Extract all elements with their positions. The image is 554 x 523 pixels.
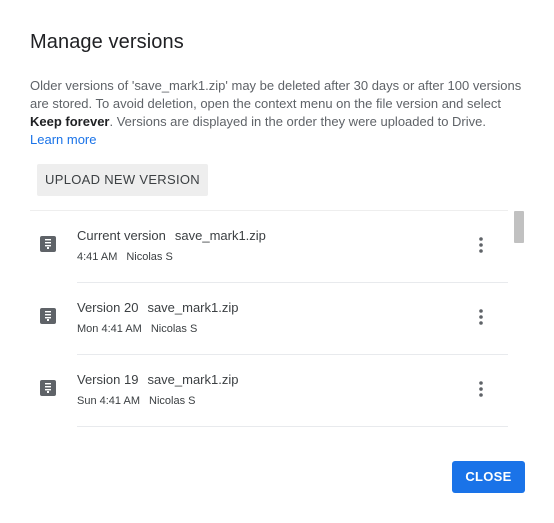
version-row: Version 19 save_mark1.zip Sun 4:41 AM Nico… — [30, 355, 508, 427]
close-button[interactable]: CLOSE — [452, 461, 525, 493]
more-options-button[interactable] — [470, 377, 492, 401]
more-vert-icon — [479, 237, 483, 253]
zip-file-icon — [40, 308, 56, 324]
version-user: Nicolas S — [126, 251, 173, 263]
version-file-name: save_mark1.zip — [147, 300, 239, 315]
version-user: Nicolas S — [150, 323, 198, 335]
more-options-button[interactable] — [470, 305, 492, 329]
keep-forever-text: Keep forever — [30, 114, 110, 129]
version-file-name: save_mark1.zip — [174, 228, 266, 243]
manage-versions-dialog: Manage versions Older versions of 'save_… — [0, 0, 554, 523]
version-row: Current version save_mark1.zip 4:41 AM Nic… — [30, 211, 508, 283]
more-vert-icon — [479, 309, 483, 325]
version-list-scrollbar-track — [514, 211, 525, 427]
version-list: Current version save_mark1.zip 4:41 AM Nic… — [30, 211, 508, 427]
upload-new-version-button[interactable]: UPLOAD NEW VERSION — [37, 164, 208, 196]
description-text-1: Older versions of 'save_mark1.zip' may b… — [30, 78, 522, 111]
version-row: Version 20 save_mark1.zip Mon 4:41 AM Nico… — [30, 283, 508, 355]
version-time: Sun 4:41 AM — [77, 395, 140, 407]
version-user: Nicolas S — [149, 395, 196, 407]
version-list-scrollbar[interactable] — [514, 211, 524, 243]
dialog-title: Manage versions — [30, 31, 184, 53]
version-label: Current version — [77, 228, 166, 243]
more-vert-icon — [479, 381, 483, 397]
version-label: Version 20 — [77, 300, 139, 315]
zip-file-icon — [40, 236, 56, 252]
zip-file-icon — [40, 380, 56, 396]
dialog-description: Older versions of 'save_mark1.zip' may b… — [30, 77, 530, 149]
more-options-button[interactable] — [470, 233, 492, 257]
description-text-2: . Versions are displayed in the order th… — [109, 114, 486, 129]
learn-more-link[interactable]: Learn more — [30, 131, 530, 149]
version-file-name: save_mark1.zip — [147, 372, 239, 387]
version-time: 4:41 AM — [77, 251, 118, 263]
version-label: Version 19 — [77, 372, 139, 387]
version-time: Mon 4:41 AM — [77, 323, 142, 335]
